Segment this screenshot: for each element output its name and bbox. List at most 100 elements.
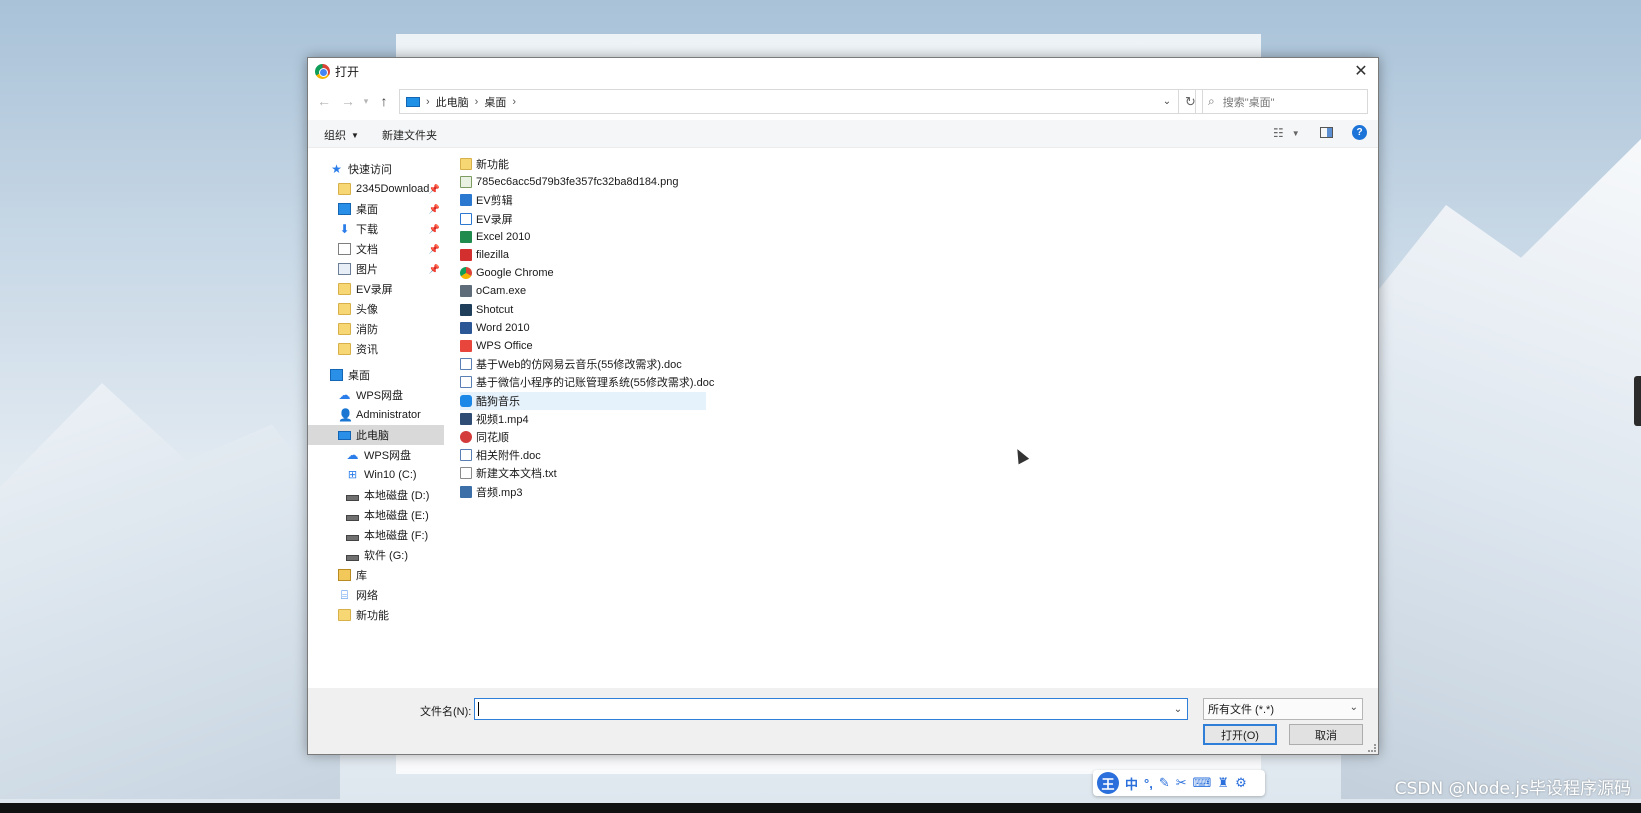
file-item[interactable]: 基于Web的仿网易云音乐(55修改需求).doc [460,355,686,373]
breadcrumb-separator-icon[interactable]: › [426,96,430,108]
file-name: EV剪辑 [476,195,513,208]
wps-icon [460,340,472,352]
sidebar-item[interactable]: 本地磁盘 (E:) [346,505,444,525]
breadcrumb-desktop[interactable]: 桌面 [484,94,506,110]
cancel-button[interactable]: 取消 [1289,724,1363,745]
file-name: filezilla [476,249,510,261]
sidebar-item-label: 图片 [356,264,378,276]
command-toolbar: 组织 ▼ 新建文件夹 ☷ ▼ ? [308,120,1378,148]
pin-icon[interactable]: 📌 [429,264,440,275]
sidebar-item[interactable]: 桌面 [330,365,444,385]
search-icon: ⌕ [1208,94,1215,108]
new-folder-button[interactable]: 新建文件夹 [382,127,437,143]
open-button[interactable]: 打开(O) [1203,724,1277,745]
settings-gear-icon[interactable]: ⚙ [1235,775,1247,791]
file-item[interactable]: Google Chrome [460,264,558,282]
skin-icon[interactable]: ♜ [1217,775,1229,791]
organize-button[interactable]: 组织 ▼ [324,127,359,143]
sidebar-item[interactable]: 文档 📌 [338,239,444,259]
breadcrumb-separator-icon[interactable]: › [512,96,516,108]
sidebar-item[interactable]: ⬇ 下载 📌 [338,219,444,239]
file-item[interactable]: 新建文本文档.txt [460,464,561,482]
back-arrow-icon[interactable]: ← [314,90,334,112]
sidebar-item[interactable]: ⌸ 网络 [338,585,444,605]
sidebar-item[interactable]: ★ 快速访问 [330,159,444,179]
sidebar-item[interactable]: ☁ WPS网盘 [346,445,444,465]
file-item[interactable]: oCam.exe [460,282,530,300]
pin-icon[interactable]: 📌 [429,244,440,255]
sidebar-item-label: 软件 (G:) [364,550,408,562]
sidebar-item[interactable]: 图片 📌 [338,259,444,279]
file-name: Word 2010 [476,321,530,334]
sidebar-item-label: 桌面 [348,370,370,382]
user-icon: 👤 [338,408,353,422]
sidebar-item[interactable]: 👤 Administrator [338,405,444,425]
filetype-select[interactable]: 所有文件 (*.*) ⌄ [1203,698,1363,720]
breadcrumb-separator-icon[interactable]: › [475,96,479,108]
sidebar-item[interactable]: 本地磁盘 (D:) [346,485,444,505]
sidebar-item[interactable]: 资讯 [338,339,444,359]
pin-icon[interactable]: 📌 [429,184,440,195]
ime-mode-toggle[interactable]: 中 [1125,774,1138,793]
change-view-button[interactable]: ☷ ▼ [1273,126,1300,140]
file-name: 基于微信小程序的记账管理系统(55修改需求).doc [476,377,715,390]
breadcrumb-this-pc[interactable]: 此电脑 [436,94,469,110]
file-name: EV录屏 [476,213,513,226]
file-item[interactable]: 基于微信小程序的记账管理系统(55修改需求).doc [460,373,718,391]
file-item[interactable]: 新功能 [460,155,513,173]
network-icon: ⌸ [340,588,349,602]
sidebar-item[interactable]: ☁ WPS网盘 [338,385,444,405]
resize-grip-icon[interactable] [1368,744,1376,752]
file-name: 基于Web的仿网易云音乐(55修改需求).doc [476,359,682,372]
file-item[interactable]: filezilla [460,246,513,264]
filename-dropdown-icon[interactable]: ⌄ [1168,698,1188,720]
file-item[interactable]: 相关附件.doc [460,446,545,464]
sidebar-item-label: 此电脑 [356,430,389,442]
file-item[interactable]: WPS Office [460,337,537,355]
sidebar-item[interactable]: 本地磁盘 (F:) [346,525,444,545]
filename-input[interactable] [474,698,1188,720]
sidebar-item[interactable]: ⊞ Win10 (C:) [346,465,444,485]
forward-arrow-icon[interactable]: → [338,90,358,112]
sidebar-item[interactable]: 2345Download 📌 [338,179,444,199]
file-item[interactable]: 音频.mp3 [460,483,526,501]
scissors-icon[interactable]: ✂ [1176,775,1187,791]
recent-chevron-icon[interactable]: ▾ [356,90,376,112]
keyboard-icon[interactable]: ⌨ [1193,775,1212,791]
help-icon[interactable]: ? [1352,125,1367,140]
sidebar-item[interactable]: 桌面 📌 [338,199,444,219]
sidebar-item[interactable]: 消防 [338,319,444,339]
preview-pane-icon[interactable] [1320,127,1333,138]
file-item[interactable]: EV录屏 [460,210,517,228]
ime-logo-icon[interactable]: 王 [1097,772,1119,794]
search-input[interactable]: ⌕ 搜索"桌面" [1195,89,1368,114]
pin-icon[interactable]: 📌 [429,204,440,215]
handwriting-icon[interactable]: ✎ [1159,775,1170,791]
punctuation-icon[interactable]: °, [1144,776,1153,791]
sidebar-item[interactable]: EV录屏 [338,279,444,299]
file-name: 新功能 [476,159,509,171]
edge-scroll-tab[interactable] [1634,376,1641,426]
file-item[interactable]: 同花顺 [460,428,513,446]
close-button[interactable]: ✕ [1344,58,1378,84]
sidebar-item-label: 文档 [356,244,378,256]
sidebar-item[interactable]: 此电脑 [308,425,444,445]
file-item[interactable]: Excel 2010 [460,228,534,246]
sidebar-item[interactable]: 头像 [338,299,444,319]
mouse-cursor-icon [1012,446,1030,465]
address-dropdown-icon[interactable]: ⌄ [1156,90,1178,113]
file-item[interactable]: Word 2010 [460,319,534,337]
file-item[interactable]: 酷狗音乐 [460,391,706,410]
file-item[interactable]: 785ec6acc5d79b3fe357fc32ba8d184.png [460,173,682,191]
sidebar-item[interactable]: 软件 (G:) [346,545,444,565]
pin-icon[interactable]: 📌 [429,224,440,235]
sidebar-item[interactable]: 库 [338,565,444,585]
address-bar[interactable]: › 此电脑 › 桌面 › ⌄ [399,89,1179,114]
file-item[interactable]: EV剪辑 [460,191,517,209]
file-item[interactable]: 视频1.mp4 [460,410,533,428]
sidebar-item[interactable]: 新功能 [338,605,444,625]
document-icon [338,243,351,255]
folder-icon [338,343,351,355]
up-arrow-icon[interactable]: ↑ [374,90,394,112]
file-item[interactable]: Shotcut [460,301,517,319]
